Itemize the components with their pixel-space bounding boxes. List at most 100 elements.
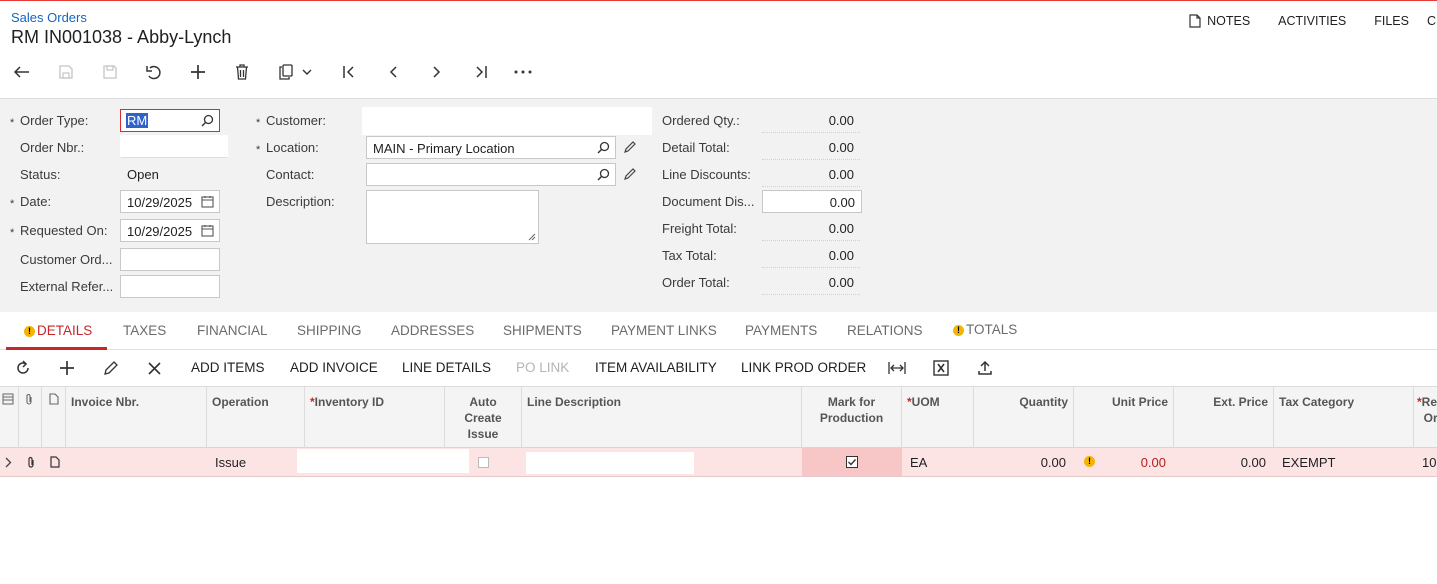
order-type-value: RM — [126, 113, 149, 128]
item-availability-button[interactable]: ITEM AVAILABILITY — [595, 360, 717, 375]
quantity-cell[interactable]: 0.00 — [974, 448, 1074, 476]
row-selector-header[interactable] — [0, 387, 19, 448]
table-row[interactable]: Issue EA 0.00 ! 0.00 0.00 EXEMPT 10 — [0, 448, 1437, 477]
search-icon[interactable] — [201, 114, 214, 127]
tab-details[interactable]: ! DETAILS — [24, 323, 92, 338]
inventory-id-header-label: Inventory ID — [314, 395, 385, 409]
document-discount-value: 0.00 — [829, 195, 855, 210]
back-button[interactable] — [10, 58, 34, 86]
tab-addresses[interactable]: ADDRESSES — [391, 323, 474, 338]
link-prod-order-button[interactable]: LINK PROD ORDER — [741, 360, 866, 375]
upload-icon[interactable] — [977, 360, 993, 376]
edit-contact-icon[interactable] — [623, 167, 637, 181]
customer-order-field[interactable] — [120, 248, 220, 271]
detail-total-label: Detail Total: — [662, 140, 730, 155]
line-description-cell[interactable] — [526, 452, 694, 474]
search-icon[interactable] — [597, 141, 610, 154]
more-button[interactable] — [511, 58, 535, 86]
files-link[interactable]: FILES — [1374, 14, 1409, 28]
ext-price-header[interactable]: Ext. Price — [1174, 387, 1274, 448]
location-field[interactable]: MAIN - Primary Location — [366, 136, 616, 159]
reason-code-header[interactable]: *Re Or — [1414, 387, 1437, 448]
order-nbr-field[interactable] — [120, 135, 228, 158]
required-marker: * — [10, 227, 15, 239]
unit-price-cell[interactable]: 0.00 — [1074, 448, 1174, 476]
calendar-icon[interactable] — [201, 195, 214, 208]
line-description-header[interactable]: Line Description — [522, 387, 802, 448]
tab-shipping[interactable]: SHIPPING — [297, 323, 362, 338]
tax-category-header[interactable]: Tax Category — [1274, 387, 1414, 448]
delete-row-icon[interactable] — [148, 362, 161, 375]
tab-financial[interactable]: FINANCIAL — [197, 323, 268, 338]
po-link-button[interactable]: PO LINK — [516, 360, 569, 375]
location-value: MAIN - Primary Location — [373, 141, 515, 156]
excel-export-icon[interactable] — [933, 360, 949, 376]
line-details-button[interactable]: LINE DETAILS — [402, 360, 491, 375]
document-discount-field[interactable]: 0.00 — [762, 190, 862, 213]
tab-totals[interactable]: ! TOTALS — [953, 322, 1017, 337]
quantity-header[interactable]: Quantity — [974, 387, 1074, 448]
customization-link[interactable]: C — [1427, 14, 1437, 28]
ext-price-cell[interactable]: 0.00 — [1174, 448, 1274, 476]
operation-cell[interactable]: Issue — [207, 448, 254, 476]
uom-header[interactable]: *UOM — [902, 387, 974, 448]
tax-category-cell[interactable]: EXEMPT — [1274, 448, 1343, 476]
tab-taxes[interactable]: TAXES — [123, 323, 166, 338]
activities-link[interactable]: ACTIVITIES — [1278, 14, 1346, 28]
mark-for-production-header[interactable]: Mark for Production — [802, 387, 902, 448]
tab-details-label: DETAILS — [37, 323, 93, 338]
auto-create-issue-header[interactable]: Auto Create Issue — [445, 387, 522, 448]
add-row-icon[interactable] — [59, 360, 75, 376]
edit-row-icon[interactable] — [103, 360, 119, 376]
first-icon — [343, 66, 354, 78]
row-expand-icon[interactable] — [5, 457, 12, 468]
resize-handle-icon[interactable] — [528, 233, 536, 241]
add-new-button[interactable] — [186, 58, 210, 86]
notes-link[interactable]: NOTES — [1189, 14, 1250, 28]
first-record-button[interactable] — [337, 58, 361, 86]
fit-columns-icon[interactable] — [888, 360, 906, 376]
external-ref-field[interactable] — [120, 275, 220, 298]
checkbox-checked-icon[interactable] — [846, 456, 858, 468]
operation-header[interactable]: Operation — [207, 387, 305, 448]
refresh-icon[interactable] — [15, 360, 31, 376]
invoice-nbr-header[interactable]: Invoice Nbr. — [66, 387, 207, 448]
note-icon[interactable] — [50, 456, 60, 468]
paperclip-icon[interactable] — [26, 456, 36, 469]
column-config-icon[interactable] — [2, 393, 14, 405]
attachment-header — [19, 387, 42, 448]
required-marker: * — [10, 198, 15, 210]
last-record-button[interactable] — [469, 58, 493, 86]
tab-relations[interactable]: RELATIONS — [847, 323, 923, 338]
next-record-button[interactable] — [425, 58, 449, 86]
save-and-close-button[interactable] — [54, 58, 78, 86]
copy-paste-button[interactable] — [274, 58, 316, 86]
requested-on-field[interactable]: 10/29/2025 — [120, 219, 220, 242]
unit-price-header[interactable]: Unit Price — [1074, 387, 1174, 448]
previous-record-button[interactable] — [381, 58, 405, 86]
edit-location-icon[interactable] — [623, 140, 637, 154]
tab-payments[interactable]: PAYMENTS — [745, 323, 817, 338]
reason-code-cell[interactable]: 10 — [1414, 448, 1437, 476]
date-field[interactable]: 10/29/2025 — [120, 190, 220, 213]
breadcrumb[interactable]: Sales Orders — [11, 10, 87, 25]
uom-cell[interactable]: EA — [902, 448, 935, 476]
order-type-field[interactable]: RM — [120, 109, 220, 132]
customer-field[interactable] — [362, 107, 652, 135]
inventory-id-cell[interactable] — [297, 449, 469, 473]
auto-create-issue-checkbox[interactable] — [478, 457, 489, 468]
add-items-button[interactable]: ADD ITEMS — [191, 360, 265, 375]
add-invoice-button[interactable]: ADD INVOICE — [290, 360, 378, 375]
description-field[interactable] — [366, 190, 539, 244]
contact-field[interactable] — [366, 163, 616, 186]
tab-payment-links[interactable]: PAYMENT LINKS — [611, 323, 717, 338]
mark-for-production-cell[interactable] — [802, 448, 902, 476]
save-button[interactable] — [98, 58, 122, 86]
delete-button[interactable] — [230, 58, 254, 86]
cancel-button[interactable] — [142, 58, 166, 86]
line-discounts-label: Line Discounts: — [662, 167, 751, 182]
inventory-id-header[interactable]: *Inventory ID — [305, 387, 445, 448]
tab-shipments[interactable]: SHIPMENTS — [503, 323, 582, 338]
search-icon[interactable] — [597, 168, 610, 181]
calendar-icon[interactable] — [201, 224, 214, 237]
